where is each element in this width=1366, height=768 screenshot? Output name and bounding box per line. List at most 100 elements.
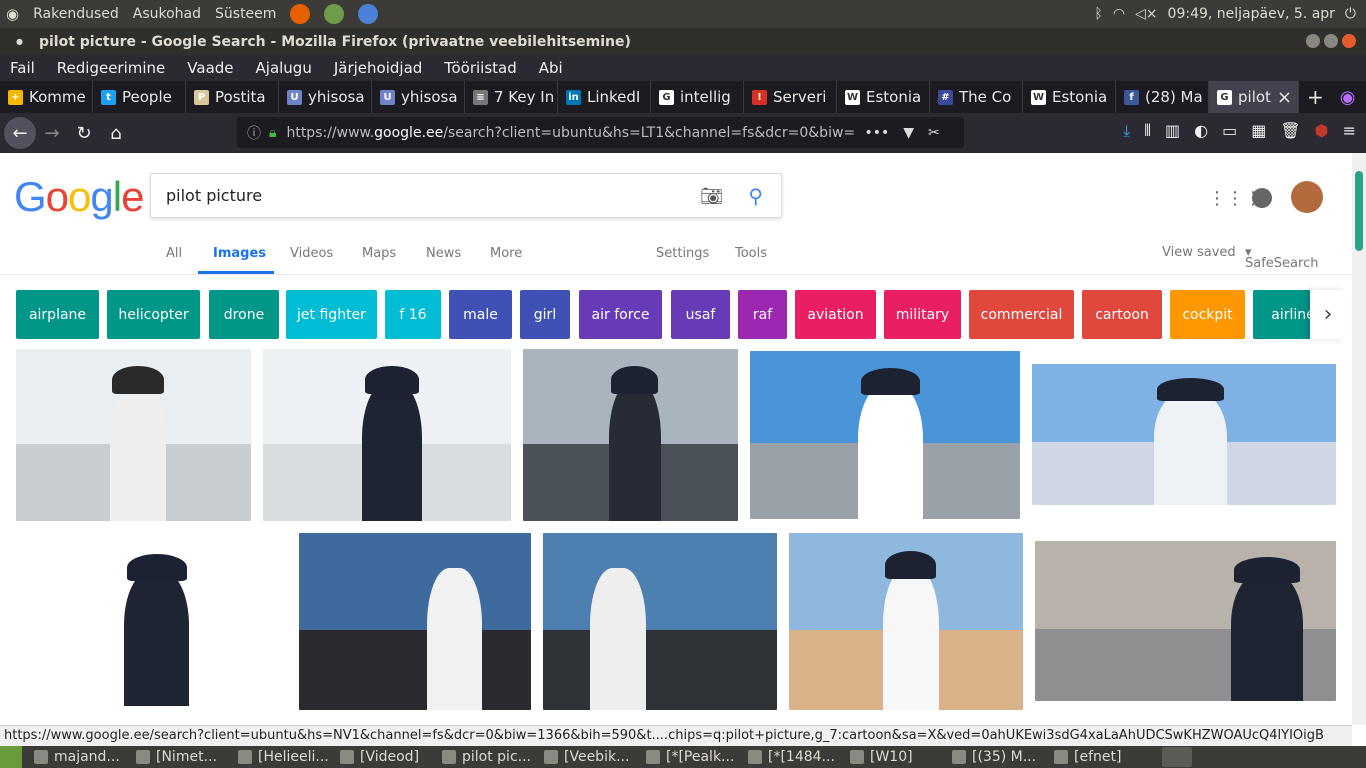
chip-6[interactable]: girl (520, 290, 570, 339)
url-bar[interactable]: ⓘ 🔒︎ https://www.google.ee/search?client… (237, 117, 964, 148)
tab-more[interactable]: More (490, 246, 522, 261)
chip-0[interactable]: airplane (16, 290, 99, 339)
firefox-active-icon[interactable] (1162, 747, 1192, 767)
tab-images[interactable]: Images (213, 246, 266, 261)
menu-view[interactable]: Vaade (187, 59, 233, 77)
tab-9[interactable]: W Estonia (837, 81, 930, 113)
tab-7[interactable]: Gintellig (651, 81, 744, 113)
menu-places[interactable]: Asukohad (133, 6, 201, 22)
minimize-button[interactable] (1306, 34, 1320, 48)
app-launcher-icon[interactable] (324, 4, 345, 24)
tab-1[interactable]: t People (93, 81, 186, 113)
clock[interactable]: 09:49, neljapäev, 5. apr (1168, 6, 1335, 22)
ubuntu-logo-icon[interactable]: ◉ (6, 5, 19, 23)
menu-file[interactable]: Fail (10, 59, 35, 77)
taskbar-item-7[interactable]: [*[1484... (740, 749, 842, 765)
menu-edit[interactable]: Redigeerimine (57, 59, 166, 77)
show-desktop-icon[interactable] (0, 746, 22, 768)
info-icon[interactable]: ⓘ (247, 123, 261, 143)
close-window-button[interactable] (1342, 34, 1356, 48)
chip-3[interactable]: jet fighter (286, 290, 377, 339)
tab-4[interactable]: Uyhisosa (372, 81, 465, 113)
tab-6[interactable]: in LinkedI (558, 81, 651, 113)
chip-4[interactable]: f 16 (385, 290, 441, 339)
tab-news[interactable]: News (426, 246, 461, 261)
view-saved-link[interactable]: View saved (1162, 245, 1236, 260)
reload-button[interactable]: ↻ (68, 117, 100, 149)
download-icon[interactable]: ⤓ (1123, 121, 1130, 141)
chevron-right-icon[interactable]: › (1310, 290, 1346, 339)
home-button[interactable]: ⌂ (100, 117, 132, 149)
wifi-icon[interactable]: ◠ (1113, 6, 1125, 22)
back-button[interactable]: ← (4, 117, 36, 149)
ublock-icon[interactable]: ⬢ (1315, 121, 1329, 141)
pocket-icon[interactable]: ▼ (903, 125, 914, 141)
image-result[interactable] (299, 533, 531, 710)
chip-8[interactable]: usaf (671, 290, 730, 339)
chip-10[interactable]: aviation (795, 290, 876, 339)
chip-2[interactable]: drone (209, 290, 279, 339)
image-result[interactable] (523, 349, 738, 521)
chip-12[interactable]: commercial (969, 290, 1074, 339)
page-scrollbar[interactable] (1352, 153, 1366, 725)
close-tab-icon[interactable]: × (1277, 87, 1292, 108)
image-result[interactable] (263, 349, 511, 521)
power-icon[interactable]: ⏻ (1345, 6, 1356, 22)
search-input[interactable]: pilot picture (166, 186, 262, 205)
image-result[interactable] (1032, 364, 1336, 505)
menu-applications[interactable]: Rakendused (33, 6, 119, 22)
taskbar-item-8[interactable]: [W10] (842, 749, 944, 765)
taskbar-item-6[interactable]: [*[Pealk... (638, 749, 740, 765)
taskbar-item-9[interactable]: [(35) M... (944, 749, 1046, 765)
image-result[interactable] (543, 533, 777, 710)
tab-maps[interactable]: Maps (362, 246, 396, 261)
image-result[interactable] (1035, 541, 1336, 701)
tab-13[interactable]: Gpilot × (1209, 81, 1299, 113)
chip-14[interactable]: cockpit (1170, 290, 1245, 339)
tools-link[interactable]: Tools (735, 246, 767, 261)
menu-help[interactable]: Abi (539, 59, 563, 77)
bluetooth-icon[interactable]: ᛒ (1094, 6, 1102, 22)
image-result[interactable] (16, 349, 251, 521)
settings-link[interactable]: Settings (656, 246, 709, 261)
avatar[interactable] (1291, 181, 1323, 213)
new-tab-button[interactable]: + (1307, 85, 1324, 109)
firefox-launcher-icon[interactable] (290, 4, 311, 24)
menu-tools[interactable]: Tööriistad (444, 59, 516, 77)
taskbar-item-4[interactable]: pilot pic... (434, 749, 536, 765)
image-result[interactable] (750, 351, 1020, 519)
image-result[interactable] (16, 537, 287, 706)
taskbar-item-3[interactable]: [Videod] (332, 749, 434, 765)
chip-7[interactable]: air force (579, 290, 662, 339)
tab-0[interactable]: + Komme (0, 81, 93, 113)
tab-12[interactable]: f (28) Ma (1116, 81, 1209, 113)
maximize-button[interactable] (1324, 34, 1338, 48)
taskbar-item-2[interactable]: [Helieeli... (230, 749, 332, 765)
hamburger-menu-icon[interactable]: ≡ (1343, 121, 1356, 141)
menu-system[interactable]: Süsteem (215, 6, 276, 22)
chip-1[interactable]: helicopter (107, 290, 200, 339)
image-result[interactable] (789, 533, 1023, 710)
forward-button[interactable]: → (36, 117, 68, 149)
notifications-icon[interactable] (1252, 188, 1272, 208)
volume-icon[interactable]: ◁× (1135, 6, 1158, 22)
tab-5[interactable]: ≡ 7 Key In (465, 81, 558, 113)
page-actions-icon[interactable]: ••• (864, 125, 889, 141)
menu-history[interactable]: Ajalugu (256, 59, 312, 77)
chrome-launcher-icon[interactable] (358, 4, 379, 24)
safesearch-dropdown[interactable]: SafeSearch ▾ (1245, 245, 1318, 271)
chip-9[interactable]: raf (738, 290, 787, 339)
tab-all[interactable]: All (166, 246, 182, 261)
tab-2[interactable]: P Postita (186, 81, 279, 113)
extension2-icon[interactable]: ▦ (1251, 121, 1266, 141)
tab-11[interactable]: W Estonia (1023, 81, 1116, 113)
chip-11[interactable]: military (884, 290, 961, 339)
screenshot-icon[interactable]: ✂ (928, 125, 940, 141)
chip-5[interactable]: male (449, 290, 512, 339)
taskbar-item-10[interactable]: [efnet] (1046, 749, 1148, 765)
taskbar-item-0[interactable]: majand... (26, 749, 128, 765)
camera-icon[interactable]: 📷︎ (700, 186, 723, 207)
tab-10[interactable]: # The Co (930, 81, 1023, 113)
url-text[interactable]: https://www.google.ee/search?client=ubun… (286, 125, 856, 141)
taskbar-item-5[interactable]: [Veebik... (536, 749, 638, 765)
